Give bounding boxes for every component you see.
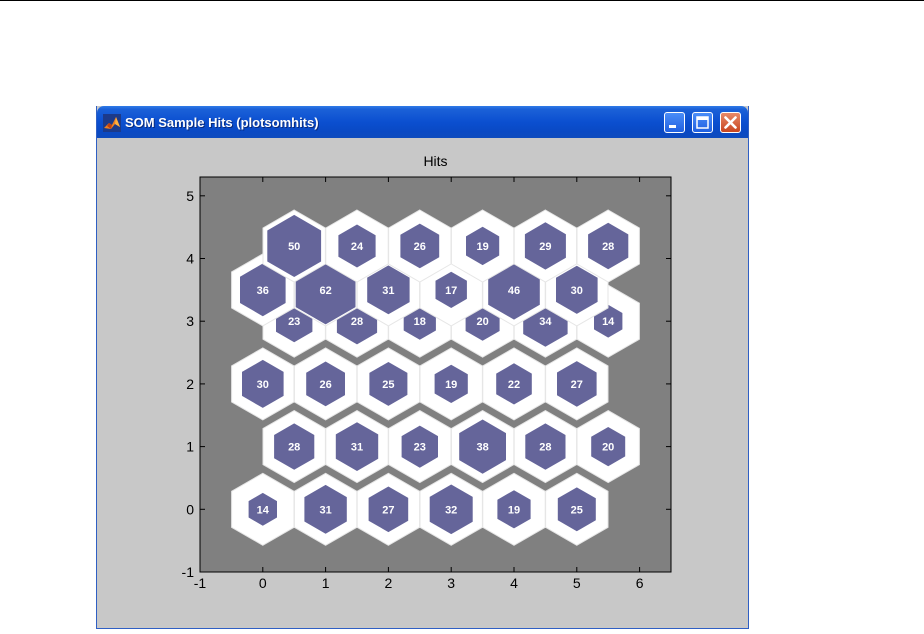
close-button[interactable] xyxy=(720,112,741,133)
hit-count-label: 25 xyxy=(571,504,583,516)
hit-count-label: 31 xyxy=(351,442,363,454)
x-tick-label: 4 xyxy=(510,575,518,591)
hit-count-label: 19 xyxy=(508,504,520,516)
hit-count-label: 28 xyxy=(351,316,363,328)
x-tick-label: 1 xyxy=(322,575,330,591)
close-icon xyxy=(724,116,737,129)
hit-count-label: 29 xyxy=(539,241,551,253)
hit-count-label: 30 xyxy=(571,285,583,297)
y-tick-label: 0 xyxy=(186,501,194,517)
y-tick-label: 5 xyxy=(186,188,194,204)
x-tick-label: 2 xyxy=(385,575,393,591)
hit-count-label: 18 xyxy=(414,316,426,328)
y-tick-label: 2 xyxy=(186,376,194,392)
chart-title: Hits xyxy=(423,153,447,169)
maximize-button[interactable] xyxy=(692,112,713,133)
hit-count-label: 32 xyxy=(445,504,457,516)
hit-count-label: 28 xyxy=(288,442,300,454)
hit-count-label: 62 xyxy=(319,285,331,297)
hit-count-label: 23 xyxy=(414,442,426,454)
x-tick-label: 3 xyxy=(447,575,455,591)
matlab-icon xyxy=(103,114,121,132)
hexagon-cells: 14 31 27 32 19 25 28 31 23 38 28 20 30 26 25 19 22 27 23 28… xyxy=(231,209,640,546)
hit-count-label: 30 xyxy=(257,379,269,391)
hit-count-label: 50 xyxy=(288,241,300,253)
hit-count-label: 31 xyxy=(382,285,394,297)
hits-plot: Hits 14 31 27 32 19 2528 31 23 38 28 2030 26 25 19 22 2… xyxy=(182,153,672,591)
hit-count-label: 17 xyxy=(445,285,457,297)
x-tick-label: -1 xyxy=(194,575,207,591)
hit-count-label: 19 xyxy=(476,241,488,253)
minimize-icon xyxy=(669,125,676,128)
title-bar[interactable]: SOM Sample Hits (plotsomhits) xyxy=(97,106,748,138)
hit-count-label: 19 xyxy=(445,379,457,391)
hit-count-label: 27 xyxy=(382,504,394,516)
hit-count-label: 14 xyxy=(257,504,270,516)
hit-count-label: 20 xyxy=(602,442,614,454)
hit-count-label: 38 xyxy=(476,442,488,454)
hit-count-label: 31 xyxy=(319,504,331,516)
hit-count-label: 46 xyxy=(508,285,520,297)
hit-count-label: 34 xyxy=(539,316,552,328)
figure-canvas: Hits 14 31 27 32 19 25 28 31 23 38 28 20 30 26 25 19 22 2… xyxy=(97,138,748,629)
hit-count-label: 22 xyxy=(508,379,520,391)
y-tick-label: 1 xyxy=(186,439,194,455)
hit-count-label: 14 xyxy=(602,316,615,328)
x-tick-label: 0 xyxy=(259,575,267,591)
hit-count-label: 23 xyxy=(288,316,300,328)
hit-count-label: 28 xyxy=(602,241,614,253)
hit-count-label: 26 xyxy=(414,241,426,253)
hit-count-label: 25 xyxy=(382,379,394,391)
hit-count-label: 26 xyxy=(319,379,331,391)
x-tick-label: 5 xyxy=(573,575,581,591)
maximize-icon xyxy=(696,116,709,129)
hit-count-label: 28 xyxy=(539,442,551,454)
hit-count-label: 27 xyxy=(571,379,583,391)
x-tick-label: 6 xyxy=(636,575,644,591)
hit-count-label: 36 xyxy=(257,285,269,297)
hit-count-label: 24 xyxy=(351,241,364,253)
hit-count-label: 20 xyxy=(476,316,488,328)
y-tick-label: 4 xyxy=(186,251,194,267)
y-tick-label: -1 xyxy=(182,564,195,580)
window-title: SOM Sample Hits (plotsomhits) xyxy=(125,115,319,130)
top-rule xyxy=(0,0,924,1)
y-tick-label: 3 xyxy=(186,313,194,329)
minimize-button[interactable] xyxy=(664,112,685,133)
figure-window: SOM Sample Hits (plotsomhits) Hits 14 31 2… xyxy=(96,106,749,629)
